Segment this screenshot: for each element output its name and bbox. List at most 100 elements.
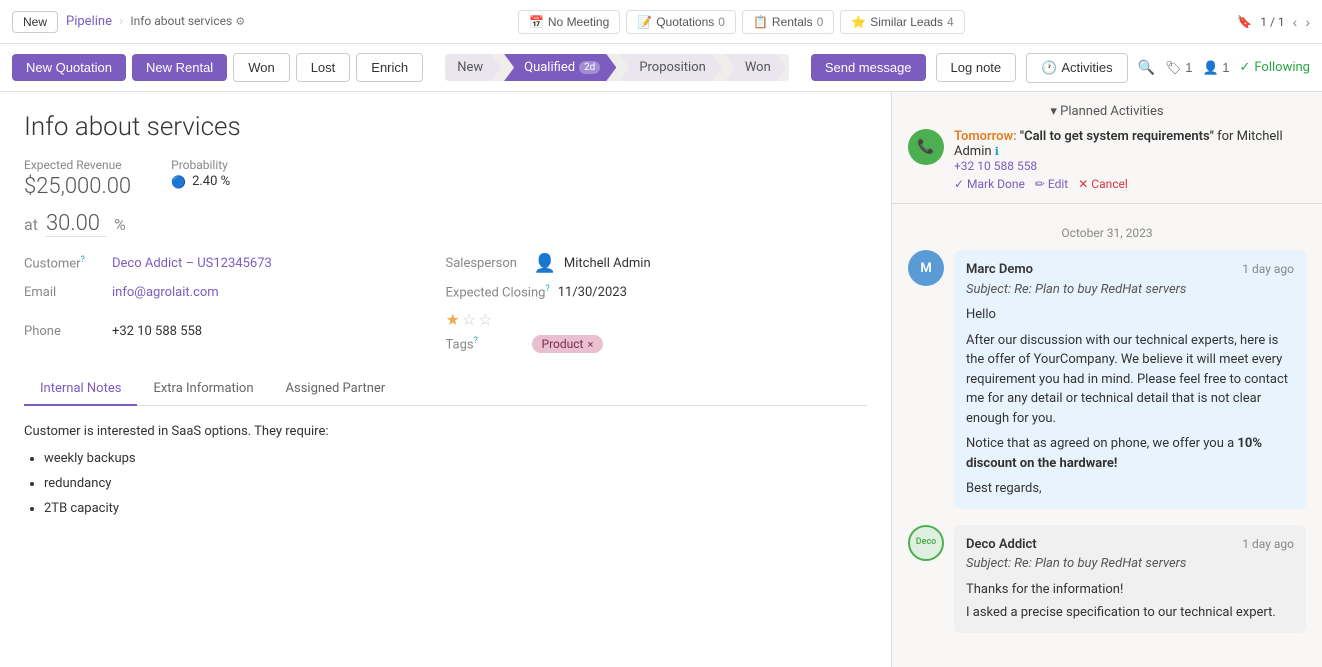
- chat-text-marc-2: After our discussion with our technical …: [966, 331, 1294, 429]
- chat-message-2: Deco Deco Addict 1 day ago Subject: Re: …: [908, 525, 1306, 633]
- bookmark-icon[interactable]: 🔖: [1237, 15, 1252, 29]
- notes-content: Customer is interested in SaaS options. …: [24, 422, 867, 519]
- probability-group: Probability 🔵 2.40 %: [171, 158, 230, 189]
- main-content: Info about services Expected Revenue $25…: [0, 92, 1322, 667]
- quotations-icon: 📝: [637, 15, 652, 29]
- stage-won[interactable]: Won: [725, 54, 787, 81]
- action-bar: New Quotation New Rental Won Lost Enrich…: [0, 44, 1322, 92]
- info-icon: ℹ: [995, 145, 999, 158]
- mark-done-link[interactable]: ✓ Mark Done: [954, 177, 1025, 191]
- rentals-button[interactable]: 📋 Rentals 0: [742, 10, 834, 34]
- chat-text-deco-2: I asked a precise specification to our t…: [966, 603, 1294, 623]
- chat-time-marc: 1 day ago: [1242, 260, 1294, 278]
- calendar-icon: 📅: [529, 15, 544, 29]
- activity-actions: ✓ Mark Done ✏ Edit ✕ Cancel: [954, 177, 1306, 191]
- notes-item-1: weekly backups: [44, 449, 867, 470]
- notes-item-3: 2TB capacity: [44, 499, 867, 520]
- user-icon-button[interactable]: 👤 1: [1202, 60, 1229, 76]
- activity-title-text: "Call to get system requirements": [1020, 129, 1214, 144]
- activities-label: Activities: [1061, 60, 1112, 75]
- edit-link[interactable]: ✏ Edit: [1035, 177, 1068, 191]
- star-icon: ⭐: [851, 15, 866, 29]
- chat-bold-text: 10% discount on the hardware!: [966, 436, 1262, 471]
- chat-area: October 31, 2023 M Marc Demo 1 day ago S…: [892, 204, 1322, 661]
- lost-button[interactable]: Lost: [296, 53, 351, 82]
- star-rating[interactable]: ★ ☆ ☆: [446, 310, 868, 329]
- customer-value[interactable]: Deco Addict – US12345673: [112, 256, 272, 271]
- email-value[interactable]: info@agrolait.com: [112, 285, 219, 300]
- expected-closing-value[interactable]: 11/30/2023: [558, 285, 627, 300]
- activity-for-label: for Mitchell: [1217, 129, 1283, 144]
- chat-sender-marc: Marc Demo: [966, 260, 1033, 280]
- tags-label-text: Tags: [446, 337, 474, 352]
- quotations-count: 0: [718, 15, 725, 29]
- following-label: Following: [1254, 60, 1310, 75]
- activity-phone[interactable]: +32 10 588 558: [954, 159, 1306, 173]
- prob-icon: 🔵: [171, 175, 186, 189]
- star-1[interactable]: ★: [446, 310, 460, 329]
- send-message-button[interactable]: Send message: [811, 54, 926, 81]
- chat-text-marc-3: Notice that as agreed on phone, we offer…: [966, 434, 1294, 473]
- customer-label: Customer?: [24, 255, 104, 271]
- tab-internal-notes[interactable]: Internal Notes: [24, 373, 137, 406]
- chat-meta-marc: Marc Demo 1 day ago: [966, 260, 1294, 280]
- tab-assigned-partner[interactable]: Assigned Partner: [270, 373, 402, 406]
- notes-intro: Customer is interested in SaaS options. …: [24, 422, 867, 443]
- activities-button[interactable]: 🕐 Activities: [1026, 53, 1127, 83]
- pagination: 1 / 1: [1260, 15, 1284, 29]
- cancel-link[interactable]: ✕ Cancel: [1078, 177, 1128, 191]
- email-label: Email: [24, 285, 104, 300]
- action-bar-right: Send message Log note 🕐 Activities 🔍 🏷 1…: [811, 53, 1310, 83]
- stage-proposition[interactable]: Proposition: [619, 54, 722, 81]
- planned-activities-header: Planned Activities: [908, 104, 1306, 119]
- stage-qualified[interactable]: Qualified 2d: [504, 54, 616, 81]
- star-3[interactable]: ☆: [478, 310, 492, 329]
- salesperson-label: Salesperson: [446, 256, 526, 271]
- revenue-prob-row: Expected Revenue $25,000.00 Probability …: [24, 158, 867, 199]
- similar-leads-button[interactable]: ⭐ Similar Leads 4: [840, 10, 964, 34]
- expected-closing-label: Expected Closing?: [446, 284, 550, 300]
- new-button[interactable]: New: [12, 11, 58, 33]
- revenue-value[interactable]: $25,000.00: [24, 174, 131, 199]
- following-button[interactable]: ✓ Following: [1239, 60, 1310, 75]
- chat-subject-deco: Subject: Re: Plan to buy RedHat servers: [966, 554, 1294, 574]
- revenue-group: Expected Revenue $25,000.00: [24, 158, 131, 199]
- activity-avatar: 📞: [908, 129, 944, 165]
- prev-button[interactable]: ‹: [1293, 14, 1298, 30]
- new-quotation-button[interactable]: New Quotation: [12, 54, 126, 81]
- won-button[interactable]: Won: [233, 53, 290, 82]
- tabs: Internal Notes Extra Information Assigne…: [24, 373, 867, 406]
- probability-value: 2.40 %: [192, 174, 230, 189]
- search-icon-button[interactable]: 🔍: [1138, 59, 1155, 76]
- quotations-button[interactable]: 📝 Quotations 0: [626, 10, 736, 34]
- chat-time-deco: 1 day ago: [1242, 535, 1294, 553]
- tag-remove-icon[interactable]: ×: [587, 338, 593, 351]
- probability-row: 🔵 2.40 %: [171, 174, 230, 189]
- at-label: at: [24, 215, 38, 234]
- tag-value: Product: [542, 337, 584, 351]
- breadcrumb-sub: Info about services: [130, 14, 232, 28]
- tags-row: Tags? Product ×: [446, 335, 868, 353]
- gear-icon[interactable]: ⚙: [235, 15, 245, 28]
- tag-icon-button[interactable]: 🏷 1: [1165, 60, 1192, 76]
- salesperson-avatar: 👤: [534, 253, 556, 274]
- breadcrumb-pipeline[interactable]: Pipeline: [66, 14, 112, 29]
- enrich-button[interactable]: Enrich: [356, 53, 423, 82]
- tab-extra-information[interactable]: Extra Information: [137, 373, 269, 406]
- star-2[interactable]: ☆: [462, 310, 476, 329]
- at-value[interactable]: 30.00: [46, 211, 106, 237]
- stage-new[interactable]: New: [445, 54, 501, 81]
- product-tag[interactable]: Product ×: [532, 335, 604, 353]
- email-row: Email info@agrolait.com: [24, 284, 446, 300]
- clock-icon: 🕐: [1041, 60, 1057, 76]
- deco-initials: Deco: [916, 538, 937, 548]
- rentals-icon: 📋: [753, 15, 768, 29]
- stage-won-label: Won: [745, 60, 771, 75]
- log-note-button[interactable]: Log note: [936, 53, 1017, 82]
- info-grid: Customer? Deco Addict – US12345673 Sales…: [24, 253, 867, 353]
- next-button[interactable]: ›: [1305, 14, 1310, 30]
- new-rental-button[interactable]: New Rental: [132, 54, 227, 81]
- chat-sender-deco: Deco Addict: [966, 535, 1037, 555]
- phone-row: Phone +32 10 588 558: [24, 310, 446, 353]
- no-meeting-button[interactable]: 📅 No Meeting: [518, 10, 620, 34]
